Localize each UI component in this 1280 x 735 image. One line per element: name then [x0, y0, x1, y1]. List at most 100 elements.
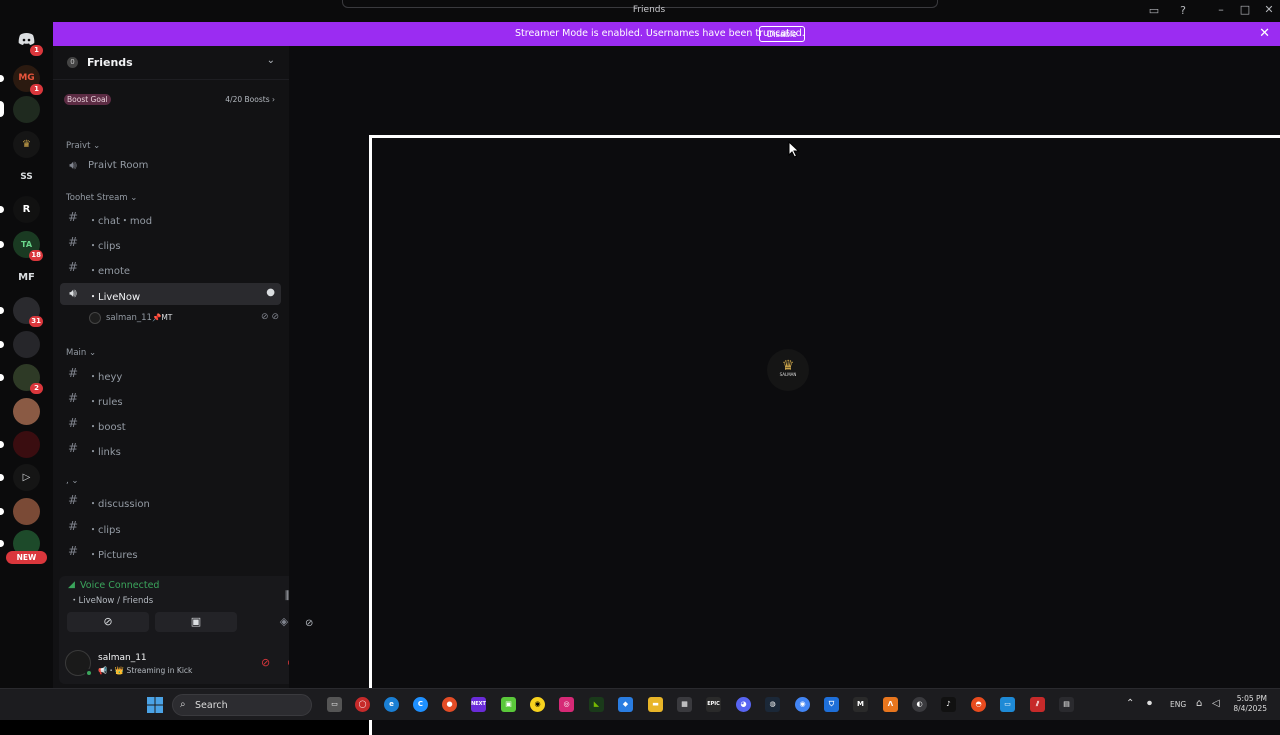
category-label: Toohet Stream [66, 193, 128, 203]
camera-off-icon[interactable]: ⊘ [305, 618, 313, 629]
guild-item[interactable]: 31 [0, 297, 43, 327]
app-icon[interactable]: ▭ [1000, 697, 1015, 712]
channel-item[interactable]: # ・discussion [60, 490, 281, 512]
hash-icon: # [67, 210, 79, 224]
guild-item[interactable] [0, 331, 40, 358]
clock[interactable]: 5:05 PM 8/4/2025 [1227, 694, 1267, 714]
channel-item[interactable]: # ・boost [60, 413, 281, 435]
guild-mf[interactable]: MF [13, 264, 40, 291]
guild-label: MF [18, 272, 35, 283]
camera-off-button[interactable]: ⊘ [67, 612, 149, 632]
guild-r[interactable]: R [0, 196, 40, 223]
category-stream[interactable]: Toohet Stream ⌄ [66, 193, 137, 203]
app-icon[interactable]: C [413, 697, 428, 712]
guild-item[interactable] [0, 498, 40, 525]
maximize-button[interactable]: □ [1237, 3, 1253, 16]
mouse-cursor-icon [788, 141, 800, 158]
chevron-up-icon[interactable]: ⌃ [1126, 698, 1134, 709]
window-close-button[interactable]: ✕ [1261, 3, 1277, 16]
category-main[interactable]: Main ⌄ [66, 348, 96, 358]
app-icon[interactable]: ▤ [1059, 697, 1074, 712]
category-praivt[interactable]: Praivt ⌄ [66, 141, 100, 151]
voice-member[interactable]: salman_11 📌MT ⊘ ⊘ [86, 310, 281, 328]
discord-icon[interactable]: ◕ [736, 697, 751, 712]
app-icon[interactable]: M [853, 697, 868, 712]
disable-streamer-mode-button[interactable]: Disable [759, 26, 806, 42]
channel-item[interactable]: # ・emote [60, 257, 281, 279]
language-indicator[interactable]: ENG [1170, 700, 1186, 709]
boost-goal[interactable]: Boost Goal 4/20 Boosts › [61, 88, 281, 110]
screen-share-button[interactable]: ▣ [155, 612, 237, 632]
obs-icon[interactable]: ◐ [912, 697, 927, 712]
server-list: 1 MG 1 ♛ SS R TA 18 MF 31 2 ▷ NEW [0, 22, 53, 688]
guild-item[interactable] [13, 398, 40, 425]
channel-item[interactable]: # ・links [60, 438, 281, 460]
guild-ta[interactable]: TA 18 [0, 231, 43, 261]
discord-home-icon[interactable]: 1 [13, 26, 43, 56]
stream-video[interactable]: ♛ SALMAN [369, 135, 1280, 735]
banner-close-icon[interactable]: ✕ [1259, 26, 1270, 41]
guild-label: TA [20, 240, 33, 249]
voice-location[interactable]: ・LiveNow / Friends [70, 594, 153, 606]
app-icon[interactable]: ⫽ [1030, 697, 1045, 712]
guild-item[interactable]: 2 [0, 364, 43, 394]
server-header[interactable]: 0 Friends ⌄ [53, 46, 289, 80]
chrome-icon[interactable]: ◉ [795, 697, 810, 712]
channel-label: ・clips [88, 241, 121, 252]
store-icon[interactable]: ▦ [677, 697, 692, 712]
inbox-icon[interactable]: ▭ [1147, 4, 1161, 18]
instagram-icon[interactable]: ◎ [559, 697, 574, 712]
channel-item[interactable]: # ・chat・mod [60, 207, 281, 229]
chrome-icon[interactable]: ● [442, 697, 457, 712]
windows-start-icon[interactable] [147, 697, 163, 713]
chevron-down-icon[interactable]: ⌄ [267, 55, 275, 66]
channel-item[interactable]: # ・rules [60, 388, 281, 410]
app-icon[interactable]: Λ [883, 697, 898, 712]
channel-item[interactable]: # ・heyy [60, 363, 281, 385]
guild-mg[interactable]: MG 1 [0, 65, 43, 95]
steam-icon[interactable]: ◍ [765, 697, 780, 712]
task-view-icon[interactable]: ▭ [327, 697, 342, 712]
channel-item[interactable]: # ・Pictures [60, 541, 281, 563]
title-bar: Friends ▭ ? – □ ✕ [0, 0, 1280, 22]
next-app-icon[interactable]: NEXT [471, 697, 486, 712]
microphone-icon[interactable]: ⏺ [1147, 698, 1152, 709]
nvidia-icon[interactable]: ◣ [589, 697, 604, 712]
voice-status[interactable]: Voice Connected [80, 580, 159, 591]
guild-item[interactable] [0, 431, 40, 458]
channel-item-selected[interactable]: 🔊︎ ・LiveNow ● [60, 283, 281, 305]
tiktok-icon[interactable]: ♪ [941, 697, 956, 712]
user-name[interactable]: salman_11 [98, 653, 147, 663]
snapchat-icon[interactable]: ◉ [530, 697, 545, 712]
channel-item[interactable]: # ・clips [60, 516, 281, 538]
opera-icon[interactable]: ◯ [355, 697, 370, 712]
volume-icon[interactable]: ◁ [1212, 698, 1220, 709]
guild-play[interactable]: ▷ [0, 464, 40, 491]
app-icon[interactable]: ◓ [971, 697, 986, 712]
category-label: , [66, 476, 69, 486]
file-explorer-icon[interactable]: ▬ [648, 697, 663, 712]
chat-bubble-icon[interactable]: ● [266, 287, 275, 298]
guild-item[interactable] [0, 96, 40, 123]
copilot-icon[interactable]: ◆ [618, 697, 633, 712]
hash-icon: # [67, 493, 79, 507]
edge-icon[interactable]: e [384, 697, 399, 712]
shield-icon[interactable]: ⛉ [824, 697, 839, 712]
speaker-icon: 🔊︎ [69, 158, 77, 172]
user-status: 📢・👑 Streaming in Kick [98, 666, 193, 675]
channel-label: ・emote [88, 266, 131, 277]
epic-games-icon[interactable]: EPIC [706, 697, 721, 712]
xbox-icon[interactable]: ▣ [501, 697, 516, 712]
help-icon[interactable]: ? [1176, 4, 1190, 18]
minimize-button[interactable]: – [1213, 3, 1229, 16]
guild-ss[interactable]: SS [13, 164, 40, 191]
hash-icon: # [67, 235, 79, 249]
channel-item[interactable]: 🔊︎ Praivt Room [60, 155, 281, 177]
guild-label: ▷ [22, 472, 31, 483]
mic-muted-icon[interactable]: ⊘ [261, 656, 270, 669]
network-icon[interactable]: ⌂ [1196, 698, 1202, 709]
channel-item[interactable]: # ・clips [60, 232, 281, 254]
taskbar-search[interactable]: ⌕ Search [172, 694, 312, 716]
category-misc[interactable]: , ⌄ [66, 476, 79, 486]
guild-crown[interactable]: ♛ [13, 131, 40, 158]
